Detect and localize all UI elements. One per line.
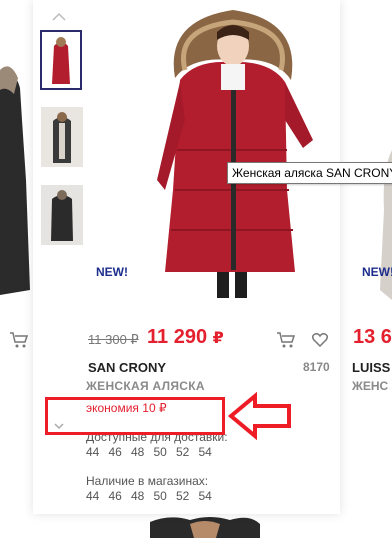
bottom-product-image[interactable] (150, 514, 260, 538)
store-size[interactable]: 48 (131, 489, 154, 503)
product-title[interactable]: ЖЕНСКАЯ АЛЯСКА (86, 379, 205, 393)
cart-icon[interactable] (276, 331, 296, 349)
store-size[interactable]: 46 (109, 489, 132, 503)
currency-symbol: ₽ (212, 330, 224, 347)
delivery-size[interactable]: 50 (154, 445, 177, 459)
right-new-badge: NEW! (362, 265, 392, 279)
delivery-size[interactable]: 54 (199, 445, 222, 459)
delivery-sizes: 44 46 48 50 52 54 (86, 445, 221, 459)
right-product-price: 13 6 (353, 326, 392, 348)
right-product-brand[interactable]: LUISS (352, 360, 390, 375)
thumbnail-1[interactable] (40, 30, 82, 90)
product-tooltip: Женская аляска SAN CRONY (227, 162, 392, 184)
thumbnail-3[interactable] (41, 185, 83, 245)
store-sizes: 44 46 48 50 52 54 (86, 489, 221, 503)
store-size[interactable]: 50 (154, 489, 177, 503)
store-size[interactable]: 52 (176, 489, 199, 503)
left-cart-icon[interactable] (9, 331, 29, 349)
highlight-box (45, 397, 225, 435)
new-badge: NEW! (96, 265, 128, 279)
delivery-size[interactable]: 48 (131, 445, 154, 459)
product-article: 8170 (303, 360, 330, 374)
store-label: Наличие в магазинах: (86, 474, 209, 488)
chevron-up-icon[interactable] (51, 10, 67, 22)
annotation-arrow-icon (227, 391, 293, 441)
old-price: 11 300 ₽ (88, 332, 139, 347)
product-brand[interactable]: SAN CRONY (88, 360, 166, 375)
left-product-image[interactable] (0, 60, 30, 300)
store-size[interactable]: 54 (199, 489, 222, 503)
delivery-size[interactable]: 46 (109, 445, 132, 459)
current-price: 11 290 ₽ (147, 326, 224, 349)
product-main-image[interactable] (135, 0, 335, 298)
delivery-size[interactable]: 44 (86, 445, 109, 459)
right-product-title[interactable]: ЖЕНС (352, 379, 388, 393)
current-price-value: 11 290 (147, 326, 208, 348)
store-size[interactable]: 44 (86, 489, 109, 503)
thumbnail-2[interactable] (41, 107, 83, 167)
delivery-size[interactable]: 52 (176, 445, 199, 459)
heart-icon[interactable] (311, 331, 331, 349)
